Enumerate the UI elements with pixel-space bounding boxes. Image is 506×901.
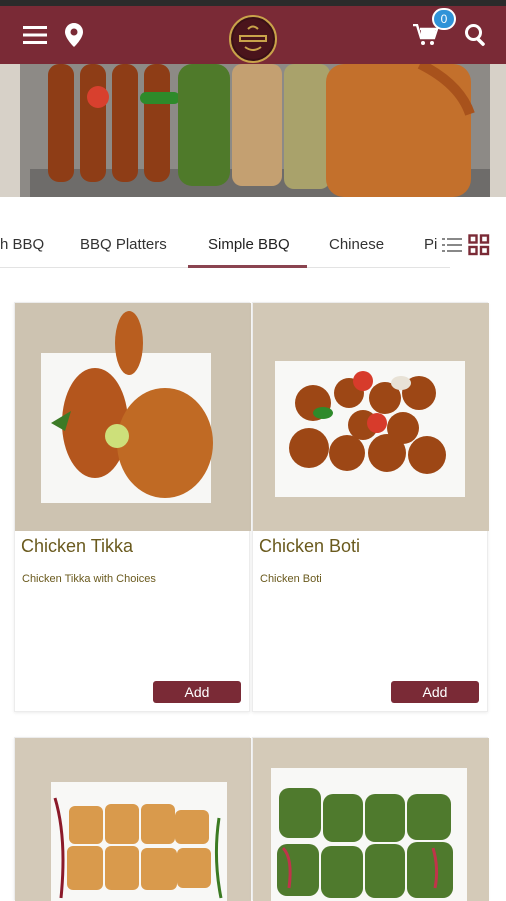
tab-simple-bbq[interactable]: Simple BBQ — [208, 236, 290, 253]
search-icon[interactable] — [462, 6, 490, 64]
active-tab-indicator — [188, 265, 307, 268]
product-description: Chicken Boti — [260, 573, 322, 585]
product-card[interactable]: Chicken Boti Chicken Boti Add — [252, 302, 489, 712]
tab-bbq-platters[interactable]: BBQ Platters — [80, 236, 167, 253]
product-image[interactable] — [15, 738, 251, 901]
product-card[interactable] — [252, 737, 489, 901]
grid-view-icon[interactable] — [468, 234, 490, 261]
hero-banner-image — [0, 64, 506, 197]
product-image[interactable] — [15, 303, 251, 531]
add-to-cart-button[interactable]: Add — [153, 681, 241, 703]
hamburger-menu-icon[interactable] — [20, 6, 50, 64]
product-card[interactable] — [14, 737, 251, 901]
app-header — [0, 6, 506, 64]
category-tabs: h BBQ BBQ Platters Simple BBQ Chinese Pi — [0, 222, 440, 268]
map-pin-icon[interactable] — [62, 6, 86, 64]
product-description: Chicken Tikka with Choices — [22, 573, 156, 585]
cart-count-badge: 0 — [432, 8, 456, 30]
product-image[interactable] — [253, 738, 489, 901]
tab-pi[interactable]: Pi — [424, 236, 437, 253]
product-image[interactable] — [253, 303, 489, 531]
product-name: Chicken Boti — [259, 536, 361, 556]
restaurant-logo[interactable] — [229, 15, 277, 63]
product-name: Chicken Tikka — [21, 536, 134, 556]
tab-bbq[interactable]: h BBQ — [0, 236, 44, 253]
view-toggle — [442, 234, 498, 256]
add-to-cart-button[interactable]: Add — [391, 681, 479, 703]
list-view-icon[interactable] — [442, 236, 462, 259]
tab-chinese[interactable]: Chinese — [329, 236, 384, 253]
product-card[interactable]: Chicken Tikka Chicken Tikka with Choices… — [14, 302, 251, 712]
